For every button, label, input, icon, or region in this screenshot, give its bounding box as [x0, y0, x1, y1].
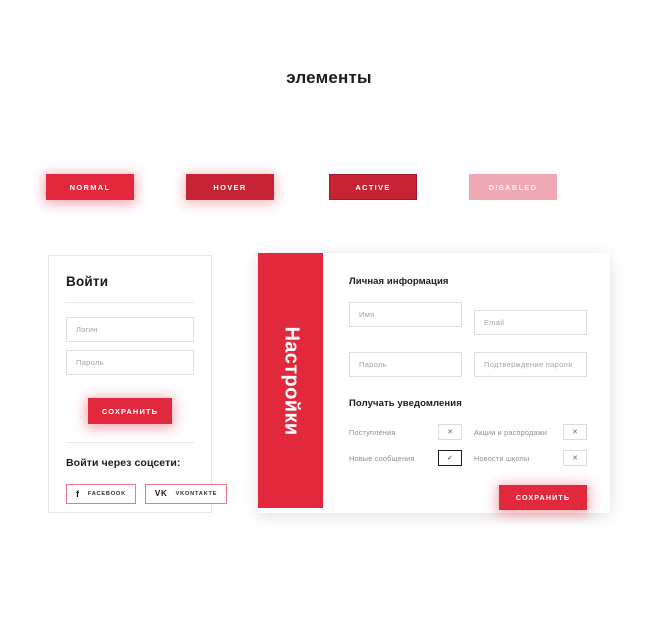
notification-checkbox-soobshcheniya[interactable]: ✓ — [438, 450, 462, 466]
login-divider-top — [66, 302, 194, 303]
login-input[interactable] — [66, 317, 194, 342]
facebook-login-button[interactable]: f FACEBOOK — [66, 484, 136, 504]
facebook-label: FACEBOOK — [87, 491, 126, 497]
button-hover[interactable]: HOVER — [186, 174, 274, 200]
social-buttons-row: f FACEBOOK VK VKONTAKTE — [66, 484, 228, 504]
notification-checkbox-novosti[interactable]: ✕ — [563, 450, 587, 466]
settings-card: Настройки Личная информация Получать уве… — [258, 253, 610, 513]
vkontakte-label: VKONTAKTE — [175, 491, 218, 497]
social-login-label: Войти через соцсети: — [66, 457, 181, 469]
notification-label: Новые сообщения — [349, 453, 415, 463]
personal-info-title: Личная информация — [349, 276, 449, 287]
settings-sidebar: Настройки — [258, 253, 323, 508]
button-disabled: DISABLED — [469, 174, 557, 200]
settings-sidebar-title: Настройки — [280, 325, 302, 436]
notification-checkbox-akcii[interactable]: ✕ — [563, 424, 587, 440]
notification-row-novosti: Новости школы ✕ — [474, 450, 587, 466]
settings-password-confirm-input[interactable] — [474, 352, 587, 377]
login-save-button[interactable]: СОХРАНИТЬ — [88, 398, 172, 424]
page-root: элементы NORMAL HOVER ACTIVE DISABLED Во… — [0, 0, 658, 624]
notification-row-postupleniya: Поступления ✕ — [349, 424, 462, 440]
password-input[interactable] — [66, 350, 194, 375]
notification-row-soobshcheniya: Новые сообщения ✓ — [349, 450, 462, 466]
vkontakte-login-button[interactable]: VK VKONTAKTE — [144, 484, 228, 504]
settings-save-button[interactable]: СОХРАНИТЬ — [499, 485, 587, 510]
notification-label: Акции и распродажи — [474, 427, 548, 437]
login-card: Войти СОХРАНИТЬ Войти через соцсети: f F… — [48, 255, 228, 513]
button-states-row: NORMAL HOVER ACTIVE DISABLED — [0, 174, 658, 201]
notifications-title: Получать уведомления — [349, 398, 462, 409]
notification-row-akcii: Акции и распродажи ✕ — [474, 424, 587, 440]
notifications-grid: Поступления ✕ Акции и распродажи ✕ Новые… — [349, 424, 587, 466]
settings-password-input[interactable] — [349, 352, 462, 377]
notification-label: Поступления — [349, 427, 396, 437]
notification-label: Новости школы — [474, 453, 530, 463]
email-input[interactable] — [474, 310, 587, 335]
vkontakte-icon: VK — [154, 489, 168, 498]
notification-checkbox-postupleniya[interactable]: ✕ — [438, 424, 462, 440]
name-input[interactable] — [349, 302, 462, 327]
facebook-icon: f — [76, 488, 80, 499]
login-divider-bottom — [66, 442, 194, 443]
button-active[interactable]: ACTIVE — [329, 174, 417, 200]
button-normal[interactable]: NORMAL — [46, 174, 134, 200]
settings-body: Личная информация Получать уведомления П… — [323, 253, 610, 513]
personal-info-fields — [349, 302, 587, 377]
page-title: элементы — [286, 68, 372, 87]
login-title: Войти — [66, 274, 109, 289]
